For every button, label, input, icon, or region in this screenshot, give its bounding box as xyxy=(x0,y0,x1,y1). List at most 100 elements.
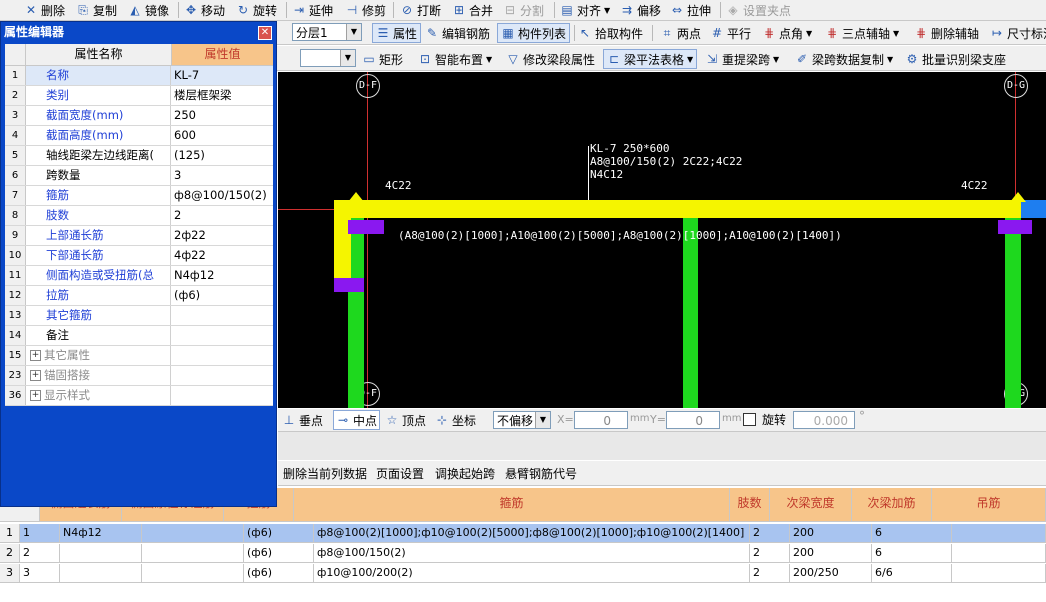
property-value[interactable]: KL-7 xyxy=(171,66,273,85)
property-row[interactable]: 15 + 其它属性 xyxy=(5,346,273,366)
legs-cell[interactable]: 2 xyxy=(750,564,790,583)
property-row[interactable]: 36 + 显示样式 xyxy=(5,386,273,406)
property-value[interactable]: 2 xyxy=(171,206,273,225)
snap-midpoint-button[interactable]: ⊸ 中点 xyxy=(333,410,381,430)
property-editor-window[interactable]: 属性编辑器 ✕ 属性名称 属性值 1 名称 KL-7 2 类别 楼层框架梁 3 截面宽度(mm… xyxy=(0,21,277,507)
property-row[interactable]: 4 截面高度(mm) 600 xyxy=(5,126,273,146)
offset-button[interactable]: ⇉ 偏移 xyxy=(620,0,661,20)
property-value[interactable]: 600 xyxy=(171,126,273,145)
side-long-cell[interactable] xyxy=(60,564,142,583)
hanger-cell[interactable] xyxy=(952,564,1046,583)
table-row[interactable]: 1 1 N4ф12 (ф6) ф8@100(2)[1000];ф10@100(2… xyxy=(0,524,1046,543)
rotate-input[interactable]: 0.000 xyxy=(793,411,855,429)
close-icon[interactable]: ✕ xyxy=(258,26,272,40)
delete-axis-button[interactable]: ⋕ 删除辅轴 xyxy=(914,23,979,43)
property-row[interactable]: 1 名称 KL-7 xyxy=(5,66,273,86)
tie-cell[interactable]: (ф6) xyxy=(244,544,314,563)
y-input[interactable]: 0 xyxy=(666,411,720,429)
set-grip-button[interactable]: ◈ 设置夹点 xyxy=(726,0,791,20)
table-row[interactable]: 3 3 (ф6) ф10@100/200(2) 2 200/250 6/6 xyxy=(0,564,1046,583)
property-value[interactable] xyxy=(171,346,273,365)
property-value[interactable]: 250 xyxy=(171,106,273,125)
span-cell[interactable]: 3 xyxy=(20,564,60,583)
delete-column-data-button[interactable]: 删除当前列数据 xyxy=(283,465,367,482)
legs-cell[interactable]: 2 xyxy=(750,544,790,563)
property-row[interactable]: 13 其它箍筋 xyxy=(5,306,273,326)
smart-layout-button[interactable]: ⊡ 智能布置 ▼ xyxy=(418,49,492,69)
span-copy-button[interactable]: ✐ 梁跨数据复制 ▼ xyxy=(795,49,893,69)
reextract-span-button[interactable]: ⇲ 重提梁跨 ▼ xyxy=(705,49,779,69)
property-row[interactable]: 6 跨数量 3 xyxy=(5,166,273,186)
pick-component-button[interactable]: ↖ 拾取构件 xyxy=(578,23,643,43)
sec-add-cell[interactable]: 6 xyxy=(872,544,952,563)
layer-select[interactable]: 分层1 ▼ xyxy=(292,23,362,41)
header-legs[interactable]: 肢数 xyxy=(730,488,770,522)
property-row[interactable]: 7 箍筋 ф8@100/150(2) xyxy=(5,186,273,206)
property-value[interactable] xyxy=(171,386,273,405)
cantilever-rebar-code-button[interactable]: 悬臂钢筋代号 xyxy=(505,465,577,482)
property-value[interactable]: N4ф12 xyxy=(171,266,273,285)
property-value[interactable]: 3 xyxy=(171,166,273,185)
property-row[interactable]: 10 下部通长筋 4ф22 xyxy=(5,246,273,266)
component-select[interactable]: ▼ xyxy=(300,49,356,67)
legs-cell[interactable]: 2 xyxy=(750,524,790,543)
edit-rebar-button[interactable]: ✎ 编辑钢筋 xyxy=(425,23,490,43)
rotate-button[interactable]: ↻ 旋转 xyxy=(236,0,277,20)
dimension-button[interactable]: ↦尺寸标注 xyxy=(990,23,1046,43)
property-row[interactable]: 9 上部通长筋 2ф22 xyxy=(5,226,273,246)
property-row[interactable]: 5 轴线距梁左边线距离((125) xyxy=(5,146,273,166)
x-input[interactable]: 0 xyxy=(574,411,628,429)
property-row[interactable]: 12 拉筋 (ф6) xyxy=(5,286,273,306)
stretch-button[interactable]: ⇔ 拉伸 xyxy=(670,0,711,20)
page-setup-button[interactable]: 页面设置 xyxy=(376,465,424,482)
batch-support-button[interactable]: ⚙ 批量识别梁支座 xyxy=(905,49,1006,69)
rectangle-button[interactable]: ▭ 矩形 xyxy=(362,49,403,69)
property-value[interactable]: 4ф22 xyxy=(171,246,273,265)
property-button[interactable]: ☰ 属性 xyxy=(372,23,422,43)
swap-start-span-button[interactable]: 调换起始跨 xyxy=(435,465,495,482)
property-row[interactable]: 23 + 锚固搭接 xyxy=(5,366,273,386)
merge-button[interactable]: ⊞ 合并 xyxy=(452,0,493,20)
header-stirrup[interactable]: 箍筋 xyxy=(294,488,730,522)
property-value[interactable] xyxy=(171,366,273,385)
side-orig-cell[interactable] xyxy=(142,544,244,563)
snap-perpendicular-button[interactable]: ⊥ 垂点 xyxy=(282,410,323,430)
property-value[interactable]: ф8@100/150(2) xyxy=(171,186,273,205)
stirrup-cell[interactable]: ф8@100(2)[1000];ф10@100(2)[5000];ф8@100(… xyxy=(314,524,750,543)
expand-icon[interactable]: + xyxy=(30,390,41,401)
trim-button[interactable]: ⊣ 修剪 xyxy=(345,0,386,20)
span-cell[interactable]: 2 xyxy=(20,544,60,563)
extend-button[interactable]: ⇥ 延伸 xyxy=(292,0,333,20)
sec-add-cell[interactable]: 6/6 xyxy=(872,564,952,583)
property-row[interactable]: 14 备注 xyxy=(5,326,273,346)
align-button[interactable]: ▤ 对齐 ▼ xyxy=(560,0,610,20)
three-point-axis-button[interactable]: ⋕ 三点辅轴 ▼ xyxy=(825,23,899,43)
point-angle-button[interactable]: ⋕ 点角 ▼ xyxy=(762,23,812,43)
property-value[interactable]: (ф6) xyxy=(171,286,273,305)
offset-select[interactable]: 不偏移 ▼ xyxy=(493,411,551,429)
sec-width-cell[interactable]: 200 xyxy=(790,544,872,563)
table-row[interactable]: 2 2 (ф6) ф8@100/150(2) 2 200 6 xyxy=(0,544,1046,563)
header-sec-add[interactable]: 次梁加筋 xyxy=(852,488,932,522)
parallel-button[interactable]: # 平行 xyxy=(710,23,751,43)
sec-width-cell[interactable]: 200 xyxy=(790,524,872,543)
beam-kl7[interactable] xyxy=(351,200,1021,218)
split-button[interactable]: ⊟ 分割 xyxy=(503,0,544,20)
sec-width-cell[interactable]: 200/250 xyxy=(790,564,872,583)
delete-button[interactable]: ✕ 删除 xyxy=(24,0,65,20)
property-value[interactable]: 2ф22 xyxy=(171,226,273,245)
sec-add-cell[interactable]: 6 xyxy=(872,524,952,543)
hanger-cell[interactable] xyxy=(952,524,1046,543)
expand-icon[interactable]: + xyxy=(30,370,41,381)
span-cell[interactable]: 1 xyxy=(20,524,60,543)
drawing-canvas[interactable]: D-F D-G D-F D-G KL-7 250*600 A8@100/150(… xyxy=(278,72,1046,408)
side-long-cell[interactable] xyxy=(60,544,142,563)
property-value[interactable] xyxy=(171,326,273,345)
side-orig-cell[interactable] xyxy=(142,564,244,583)
tie-cell[interactable]: (ф6) xyxy=(244,564,314,583)
component-list-button[interactable]: ▦ 构件列表 xyxy=(497,23,571,43)
rotate-checkbox[interactable] xyxy=(743,413,756,426)
header-hanger[interactable]: 吊筋 xyxy=(932,488,1046,522)
tie-cell[interactable]: (ф6) xyxy=(244,524,314,543)
header-sec-width[interactable]: 次梁宽度 xyxy=(770,488,852,522)
